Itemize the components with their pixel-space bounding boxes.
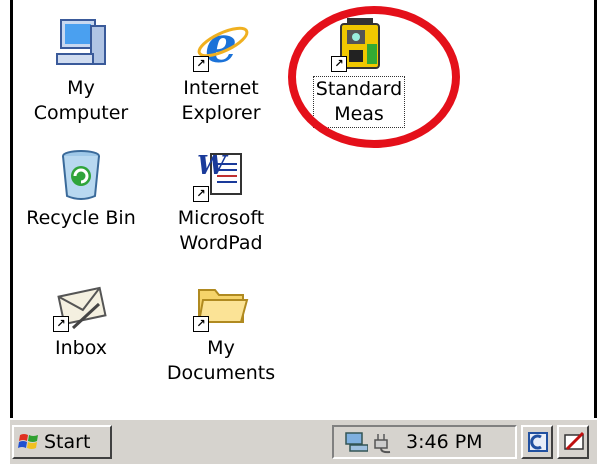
wordpad-icon: W ↗ <box>193 146 249 202</box>
svg-text:e: e <box>205 16 237 72</box>
icon-label-line1: My <box>207 337 235 359</box>
selected-label-box: Standard Meas <box>312 76 406 128</box>
desktop-icon-my-documents[interactable]: ↗ My Documents <box>161 276 281 386</box>
inbox-icon: ↗ <box>53 276 109 332</box>
screen: My Computer e ↗ Internet Explorer ↗ Stan… <box>0 0 597 464</box>
icon-label-line1: Inbox <box>55 337 107 359</box>
show-desktop-icon <box>528 432 548 452</box>
desktop: My Computer e ↗ Internet Explorer ↗ Stan… <box>10 0 597 418</box>
shortcut-arrow-icon: ↗ <box>331 56 347 72</box>
folder-icon: ↗ <box>193 276 249 332</box>
start-button[interactable]: Start <box>12 425 112 459</box>
desktop-icon-recycle-bin[interactable]: Recycle Bin <box>21 146 141 231</box>
icon-label-line1: Recycle Bin <box>26 207 136 229</box>
desktop-icon-internet-explorer[interactable]: e ↗ Internet Explorer <box>161 15 281 126</box>
taskbar-clock[interactable]: 3:46 PM <box>406 427 483 457</box>
network-icon[interactable] <box>344 431 368 453</box>
icon-label-line1: Standard <box>315 78 403 100</box>
survey-instrument-icon: ↗ <box>331 16 387 72</box>
icon-label-line2: Explorer <box>181 102 261 124</box>
icon-label-line2: Computer <box>33 102 129 124</box>
power-plug-icon[interactable] <box>372 430 396 454</box>
desktop-icon-inbox[interactable]: ↗ Inbox <box>21 276 141 361</box>
icon-label-line2: Meas <box>334 103 384 125</box>
desktop-icon-standard-meas[interactable]: ↗ Standard Meas <box>299 16 419 128</box>
desktop-icon-my-computer[interactable]: My Computer <box>21 16 141 126</box>
icon-label-line2: Documents <box>166 362 276 384</box>
pen-input-icon <box>564 431 585 451</box>
icon-label-line2: WordPad <box>179 232 263 254</box>
svg-text:W: W <box>197 151 229 181</box>
recycle-bin-icon <box>53 146 109 202</box>
start-label: Start <box>44 431 91 453</box>
windows-flag-icon <box>18 434 38 449</box>
icon-label-line1: Microsoft <box>177 207 265 229</box>
icon-label-line1: Internet <box>183 77 259 99</box>
system-tray: 3:46 PM <box>332 425 517 459</box>
desktop-switch-button[interactable] <box>521 425 553 459</box>
internet-explorer-icon: e ↗ <box>193 15 249 74</box>
shortcut-arrow-icon: ↗ <box>193 56 209 72</box>
shortcut-arrow-icon: ↗ <box>53 316 69 332</box>
desktop-icon-microsoft-wordpad[interactable]: W ↗ Microsoft WordPad <box>161 146 281 256</box>
shortcut-arrow-icon: ↗ <box>193 316 209 332</box>
taskbar: Start 3:46 PM <box>10 418 597 464</box>
computer-icon <box>53 16 109 72</box>
shortcut-arrow-icon: ↗ <box>193 186 209 202</box>
input-panel-button[interactable] <box>557 425 589 459</box>
icon-label-line1: My <box>67 77 95 99</box>
